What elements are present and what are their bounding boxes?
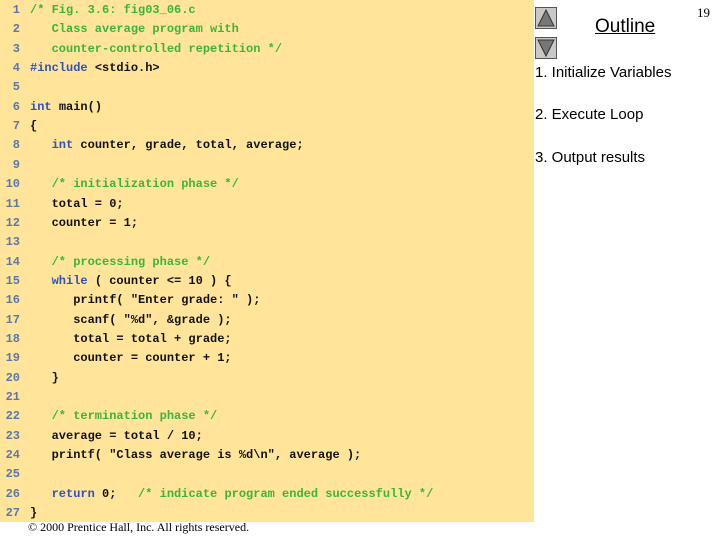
copyright-notice: © 2000 Prentice Hall, Inc. All rights re…: [28, 520, 250, 534]
code-text: {: [30, 119, 38, 134]
code-line: 10 /* initialization phase */: [0, 175, 239, 194]
code-line: 3 counter-controlled repetition */: [0, 40, 282, 59]
code-line: 21: [0, 388, 30, 407]
code-text: total = 0;: [30, 196, 124, 211]
code-text: counter = counter + 1;: [30, 351, 232, 366]
outline-item: 3. Output results: [535, 149, 646, 166]
code-comment: Class average program with: [30, 22, 239, 37]
code-comment: /* Fig. 3.6: fig03_06.c: [30, 3, 196, 17]
line-number: 21: [5, 390, 20, 404]
code-line: 19 counter = counter + 1;: [0, 349, 232, 368]
code-line: 4 #include <stdio.h>: [0, 59, 160, 78]
code-text: }: [30, 506, 38, 521]
line-number: 13: [5, 235, 20, 250]
code-line: 15 while ( counter <= 10 ) {: [0, 272, 232, 291]
code-comment: /* initialization phase */: [30, 177, 239, 192]
outline-item: 2. Execute Loop: [535, 106, 644, 123]
line-number: 12: [5, 215, 20, 230]
line-number: 14: [5, 254, 20, 269]
code-line: 5: [0, 78, 30, 97]
line-number: 17: [5, 312, 20, 327]
line-number: 11: [5, 196, 20, 211]
code-line: 22 /* termination phase */: [0, 407, 218, 426]
code-line: 7{: [0, 117, 37, 136]
code-text: counter = 1;: [30, 215, 139, 230]
code-text: printf( "Enter grade: " );: [30, 293, 261, 308]
code-text: main(): [58, 99, 103, 114]
code-keyword: #include: [30, 61, 95, 76]
line-number: 10: [5, 177, 20, 192]
code-line: 17 scanf( "%d", &grade );: [0, 311, 232, 330]
code-line: 11 total = 0;: [0, 195, 124, 214]
line-number: 26: [5, 486, 20, 501]
code-line: 16 printf( "Enter grade: " );: [0, 291, 261, 310]
code-text: <stdio.h>: [94, 61, 160, 76]
page-number: 19: [697, 5, 710, 20]
code-listing: 1 /* Fig. 3.6: fig03_06.c 2 Class average …: [0, 0, 534, 522]
line-number: 3: [12, 41, 20, 56]
code-text: counter, grade, total, average;: [80, 138, 304, 153]
code-line: 6 int main(): [0, 98, 102, 117]
line-number: 9: [12, 157, 20, 172]
code-keyword: int: [30, 99, 59, 114]
line-number: 25: [5, 467, 20, 482]
line-number: 23: [5, 428, 20, 443]
code-line: 13: [0, 233, 30, 252]
code-line: 23 average = total / 10;: [0, 427, 203, 446]
code-comment: /* termination phase */: [30, 409, 218, 424]
code-text: total = total + grade;: [30, 331, 232, 346]
code-comment: /* processing phase */: [30, 254, 211, 269]
code-line: 18 total = total + grade;: [0, 330, 232, 349]
line-number: 2: [12, 22, 20, 37]
line-number: 18: [5, 331, 20, 346]
line-number: 8: [12, 138, 20, 153]
code-line: 9: [0, 156, 30, 175]
line-number: 1: [12, 3, 20, 17]
line-number: 5: [12, 80, 20, 95]
scroll-up-button[interactable]: [535, 7, 557, 29]
outline-title[interactable]: Outline: [595, 16, 655, 38]
scroll-down-button[interactable]: [535, 37, 557, 59]
code-line: 25: [0, 465, 30, 484]
line-number: 16: [5, 293, 20, 308]
code-text: 0;: [102, 486, 139, 501]
line-number: 20: [5, 370, 20, 385]
code-text: printf( "Class average is %d\n", average…: [30, 448, 362, 463]
line-number: 15: [5, 273, 20, 288]
code-keyword: return: [30, 486, 103, 501]
triangle-up-icon: [537, 8, 555, 27]
outline-item: 1. Initialize Variables: [535, 64, 672, 81]
code-text: ( counter <= 10 ) {: [94, 273, 232, 288]
triangle-down-icon: [537, 39, 555, 58]
code-text: }: [30, 370, 59, 385]
code-line: 24 printf( "Class average is %d\n", aver…: [0, 446, 362, 465]
line-number: 4: [12, 61, 20, 76]
code-keyword: while: [30, 273, 95, 288]
code-keyword: int: [30, 138, 81, 153]
code-line: 26 return 0; /* indicate program ended s…: [0, 485, 434, 504]
line-number: 27: [5, 506, 20, 521]
line-number: 19: [5, 351, 20, 366]
code-line: 14 /* processing phase */: [0, 253, 210, 272]
line-number: 6: [12, 99, 20, 114]
code-line: 8 int counter, grade, total, average;: [0, 136, 304, 155]
code-line: 2 Class average program with: [0, 20, 239, 39]
line-number: 24: [5, 448, 20, 463]
code-text: scanf( "%d", &grade );: [30, 312, 232, 327]
code-line: 12 counter = 1;: [0, 214, 138, 233]
code-line: 1 /* Fig. 3.6: fig03_06.c: [0, 1, 196, 20]
code-text: average = total / 10;: [30, 428, 203, 443]
code-line: 20 }: [0, 369, 59, 388]
line-number: 7: [12, 119, 20, 134]
code-comment: /* indicate program ended successfully *…: [138, 486, 434, 501]
code-comment: counter-controlled repetition */: [30, 41, 283, 56]
line-number: 22: [5, 409, 20, 424]
